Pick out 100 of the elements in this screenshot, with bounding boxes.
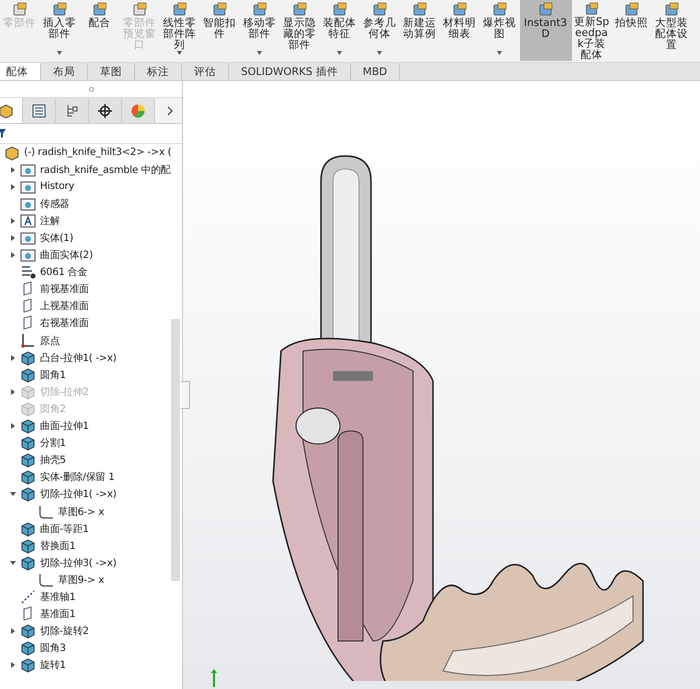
caret-down-icon[interactable]: [10, 491, 16, 498]
tree-item[interactable]: 草图6-> x: [0, 502, 104, 520]
toolbar-button[interactable]: 配合: [80, 0, 120, 61]
tree-item[interactable]: 圆角3: [0, 640, 66, 657]
toolbar-button[interactable]: 爆炸视图: [480, 0, 520, 61]
tree-item[interactable]: 曲面-拉伸1: [0, 418, 89, 435]
caret-down-icon[interactable]: [177, 51, 182, 55]
panel-tab[interactable]: [56, 98, 89, 123]
toolbar-button[interactable]: 插入零部件: [40, 0, 80, 61]
sketch-icon: [38, 572, 54, 588]
toolbar-button[interactable]: 材料明细表: [440, 0, 480, 61]
toolbar-icon: [332, 2, 348, 18]
tree-item[interactable]: 圆角1: [0, 366, 66, 384]
toolbar-icon: [52, 2, 68, 18]
tree-item[interactable]: 上视基准面: [0, 298, 90, 315]
feature-icon: [20, 350, 36, 366]
feature-icon: [20, 418, 36, 434]
folder-icon: [20, 247, 36, 264]
toolbar-button[interactable]: 更新Speedpak子装配体: [572, 0, 612, 61]
panel-tab[interactable]: [89, 98, 122, 123]
tree-item[interactable]: 6061 合金: [0, 264, 88, 281]
tree-item[interactable]: 切除-拉伸3( ->x): [0, 554, 116, 572]
tree-item[interactable]: 传感器: [0, 195, 70, 212]
caret-down-icon[interactable]: [337, 51, 342, 55]
toolbar-button[interactable]: 显示隐藏的零部件: [280, 0, 320, 61]
feature-icon: [20, 554, 36, 571]
caret-right-icon[interactable]: [10, 184, 16, 190]
feature-icon: [20, 520, 36, 537]
feature-icon: [20, 400, 36, 417]
toolbar-icon: [538, 2, 554, 18]
caret-right-icon[interactable]: [10, 218, 16, 224]
caret-right-icon[interactable]: [10, 662, 16, 668]
tree-item[interactable]: 前视基准面: [0, 280, 90, 298]
tree-item[interactable]: 实体-删除/保留 1: [0, 468, 115, 486]
axis-icon: [20, 588, 36, 605]
feature-icon: [20, 623, 36, 640]
feature-icon: [20, 640, 36, 656]
tree-root-item[interactable]: (-) radish_knife_hilt3<2> ->x (: [0, 144, 172, 162]
caret-down-icon[interactable]: [10, 560, 16, 566]
tree-item[interactable]: 基准轴1: [0, 588, 76, 606]
caret-down-icon[interactable]: [257, 51, 262, 55]
toolbar-button[interactable]: 智能扣件: [200, 0, 240, 61]
feature-icon: [20, 435, 36, 452]
color-wheel-icon: [130, 102, 146, 118]
toolbar-icon: [172, 2, 188, 18]
caret-right-icon[interactable]: [10, 166, 16, 173]
folder-icon: [20, 162, 36, 178]
tree-item[interactable]: 分割1: [0, 434, 66, 452]
sketch-icon: [38, 504, 54, 520]
list-icon: [31, 102, 47, 118]
chevron-right-icon[interactable]: [167, 106, 173, 116]
panel-tab[interactable]: [23, 98, 56, 123]
feature-icon: [20, 657, 36, 674]
toolbar-button[interactable]: 大型装配体设置: [652, 0, 692, 61]
origin-icon: [20, 332, 36, 349]
toolbar-button[interactable]: 参考几何体: [360, 0, 400, 61]
tab[interactable]: 配体: [0, 63, 41, 80]
tree-item[interactable]: 注解: [0, 212, 60, 230]
tree-item[interactable]: 基准面1: [0, 606, 76, 623]
tree-item[interactable]: 实体(1): [0, 229, 74, 247]
tree-item[interactable]: 旋转1: [0, 656, 66, 674]
caret-right-icon[interactable]: [10, 628, 16, 634]
toolbar-button[interactable]: 线性零部件阵列: [160, 0, 200, 61]
tree-item[interactable]: 曲面-等距1: [0, 520, 89, 538]
axis-triad-icon: [209, 669, 219, 687]
tree-item[interactable]: 右视基准面: [0, 314, 90, 332]
annotation-icon: [20, 212, 36, 229]
scrollbar-thumb[interactable]: [171, 319, 180, 581]
tree-item[interactable]: 抽壳5: [0, 452, 66, 469]
toolbar-button[interactable]: 拍快照: [612, 0, 652, 61]
toolbar-button[interactable]: 新建运动算例: [400, 0, 440, 61]
tree-item[interactable]: 草图9-> x: [0, 571, 104, 588]
toolbar-icon: [212, 2, 228, 18]
toolbar-icon: [372, 2, 388, 18]
tree-item[interactable]: 切除-旋转2: [0, 622, 89, 640]
caret-right-icon[interactable]: [10, 423, 16, 430]
caret-right-icon[interactable]: [10, 252, 16, 258]
material-icon: [20, 264, 36, 280]
caret-right-icon[interactable]: [10, 235, 16, 242]
toolbar-button[interactable]: 移动零部件: [240, 0, 280, 61]
toolbar-icon: [252, 2, 268, 18]
grip-icon[interactable]: [88, 86, 94, 92]
tree-item[interactable]: 凸台-拉伸1( ->x): [0, 349, 116, 366]
toolbar-button[interactable]: Instant3D: [520, 0, 572, 61]
tree-item[interactable]: 切除-拉伸1( ->x): [0, 486, 116, 503]
tree-item[interactable]: 替换面1: [0, 537, 76, 554]
tree-item[interactable]: History: [0, 178, 74, 196]
caret-down-icon[interactable]: [57, 51, 62, 55]
tree-item[interactable]: radish_knife_asmble 中的配: [0, 161, 170, 178]
tree-item[interactable]: 原点: [0, 332, 60, 350]
tree-item[interactable]: 曲面实体(2): [0, 246, 93, 264]
feature-icon: [20, 452, 36, 468]
caret-right-icon[interactable]: [10, 388, 16, 395]
panel-collapse-handle[interactable]: [181, 381, 190, 409]
filter-icon[interactable]: [0, 128, 6, 140]
feature-icon: [20, 384, 36, 400]
caret-down-icon[interactable]: [377, 51, 382, 55]
toolbar-button[interactable]: 装配体特征: [320, 0, 360, 61]
caret-down-icon[interactable]: [497, 51, 502, 55]
caret-right-icon[interactable]: [10, 354, 16, 361]
